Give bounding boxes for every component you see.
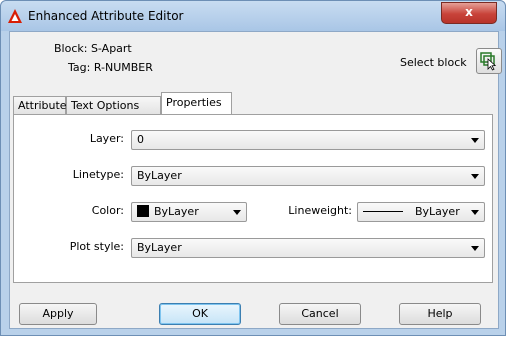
dialog-client-area: Block: S-Apart Tag: R-NUMBER Select bloc… — [9, 31, 502, 329]
block-name-text: Block: S-Apart — [54, 42, 132, 55]
lineweight-value: ByLayer — [415, 205, 460, 218]
linetype-label: Linetype: — [72, 168, 124, 181]
select-block-label: Select block — [400, 56, 467, 69]
plot-style-dropdown[interactable]: ByLayer — [131, 238, 485, 258]
lineweight-dropdown[interactable]: ByLayer — [357, 202, 485, 222]
dialog-window: Enhanced Attribute Editor x Block: S-Apa… — [0, 0, 506, 336]
layer-dropdown[interactable]: 0 — [131, 130, 485, 150]
properties-panel: Layer: 0 Linetype: ByLayer Color: ByLaye… — [13, 114, 493, 283]
lineweight-sample — [363, 211, 403, 212]
layer-value: 0 — [137, 133, 144, 146]
title-bar[interactable]: Enhanced Attribute Editor x — [1, 1, 505, 31]
lineweight-label: Lineweight: — [288, 204, 352, 217]
linetype-dropdown[interactable]: ByLayer — [131, 166, 485, 186]
plot-style-value: ByLayer — [137, 241, 182, 254]
cancel-button[interactable]: Cancel — [279, 303, 361, 325]
apply-button[interactable]: Apply — [19, 303, 97, 325]
close-button[interactable]: x — [441, 2, 497, 24]
color-swatch — [137, 205, 149, 217]
linetype-value: ByLayer — [137, 169, 182, 182]
tab-properties[interactable]: Properties — [161, 92, 232, 114]
tab-text-options[interactable]: Text Options — [66, 96, 161, 114]
tab-attribute[interactable]: Attribute — [13, 96, 67, 114]
select-block-button[interactable] — [476, 48, 502, 74]
chevron-down-icon — [471, 210, 479, 215]
tag-name-text: Tag: R-NUMBER — [68, 61, 153, 74]
color-value: ByLayer — [154, 205, 199, 218]
chevron-down-icon — [471, 174, 479, 179]
color-label: Color: — [91, 204, 124, 217]
chevron-down-icon — [233, 210, 241, 215]
layer-label: Layer: — [89, 132, 124, 145]
plot-style-label: Plot style: — [69, 240, 124, 253]
chevron-down-icon — [471, 246, 479, 251]
ok-button[interactable]: OK — [159, 303, 241, 325]
color-dropdown[interactable]: ByLayer — [131, 202, 247, 222]
window-title: Enhanced Attribute Editor — [28, 9, 184, 23]
autocad-logo-icon — [8, 9, 22, 23]
select-object-icon — [480, 52, 497, 71]
chevron-down-icon — [471, 138, 479, 143]
help-button[interactable]: Help — [399, 303, 481, 325]
